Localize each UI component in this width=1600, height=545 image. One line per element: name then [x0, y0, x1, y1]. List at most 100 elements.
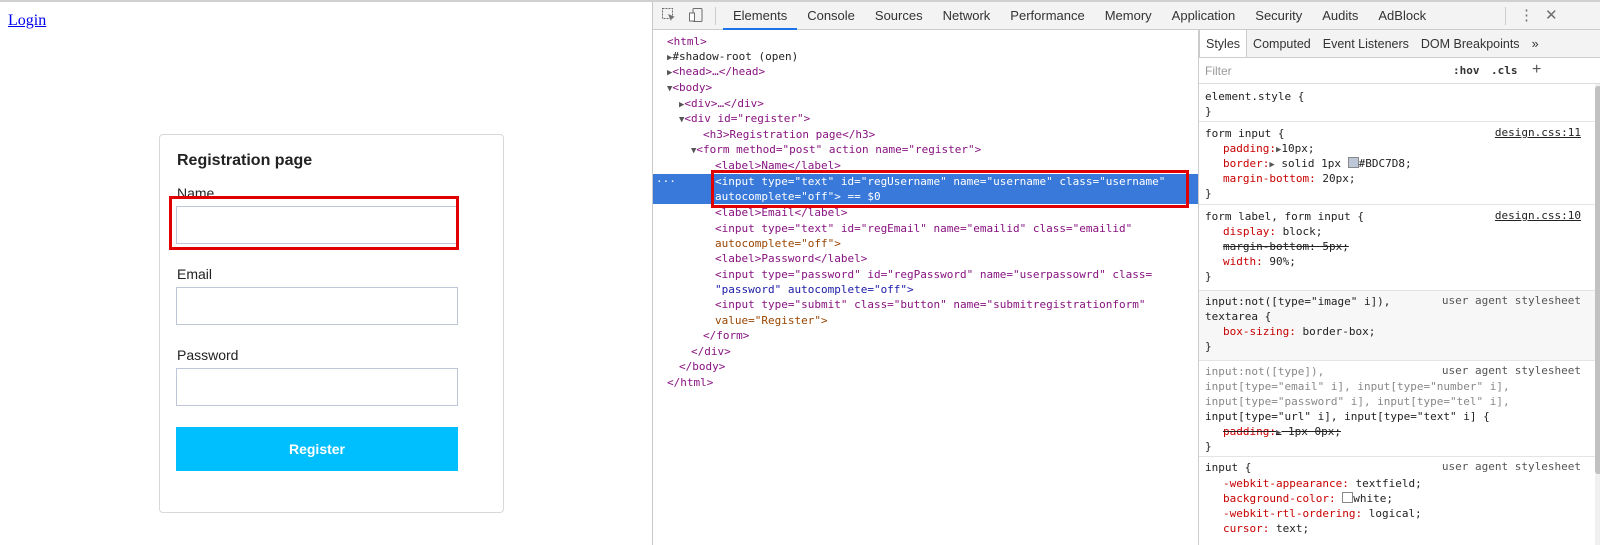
more-dots-icon[interactable]: ···	[656, 174, 676, 189]
rule-close: }	[1205, 270, 1212, 283]
devtools-toolbar: Elements Console Sources Network Perform…	[653, 2, 1600, 30]
more-tabs-icon[interactable]: »	[1526, 30, 1545, 57]
filter-input[interactable]: Filter	[1205, 64, 1232, 78]
style-rule-form-label-input: form label, form input { design.css:10 d…	[1199, 205, 1595, 291]
dom-node[interactable]: <input type="submit" class="button" name…	[715, 297, 1260, 312]
rule-close: }	[1205, 105, 1212, 118]
rule-selector-cont[interactable]: textarea {	[1205, 309, 1271, 324]
rule-source-link[interactable]: design.css:10	[1495, 209, 1581, 222]
email-input[interactable]	[176, 287, 458, 325]
dom-node[interactable]: ▼<div id="register">	[679, 111, 1224, 126]
tab-memory[interactable]: Memory	[1095, 2, 1162, 30]
rule-property[interactable]: -webkit-appearance: textfield;	[1223, 476, 1422, 491]
dom-node-continued[interactable]: "password" autocomplete="off">	[715, 282, 1260, 297]
dom-node[interactable]: <h3>Registration page</h3>	[703, 127, 1248, 142]
dom-node[interactable]: ▼<form method="post" action name="regist…	[691, 142, 1236, 157]
more-options-icon[interactable]: ⋮	[1519, 8, 1534, 24]
style-rule-ua-box-sizing: input:not([type="image" i]), user agent …	[1199, 291, 1595, 361]
dom-node-continued[interactable]: value="Register">	[715, 313, 1260, 328]
styles-sidebar: Styles Computed Event Listeners DOM Brea…	[1198, 30, 1600, 545]
dom-node[interactable]: ▼<body>	[667, 80, 1212, 95]
rule-close: }	[1205, 187, 1212, 200]
dom-node[interactable]: <input type="password" id="regPassword" …	[715, 267, 1260, 282]
dom-node[interactable]: <html>	[667, 34, 1212, 49]
rule-property[interactable]: padding:▶10px;	[1223, 141, 1315, 156]
dom-node[interactable]: </div>	[691, 344, 1236, 359]
rule-close: }	[1205, 340, 1212, 353]
highlight-box-name-input	[169, 196, 459, 250]
rule-property[interactable]: box-sizing: border-box;	[1223, 324, 1375, 339]
password-label: Password	[177, 347, 239, 363]
rule-property[interactable]: display: block;	[1223, 224, 1322, 239]
toolbar-separator	[715, 7, 716, 25]
rule-selector-cont[interactable]: input[type="password" i], input[type="te…	[1205, 394, 1510, 409]
tab-styles[interactable]: Styles	[1199, 30, 1248, 57]
tab-audits[interactable]: Audits	[1312, 2, 1368, 30]
tab-console[interactable]: Console	[797, 2, 865, 30]
rule-source-link[interactable]: design.css:11	[1495, 126, 1581, 139]
devtools-tabs: Elements Console Sources Network Perform…	[723, 2, 1436, 30]
registration-card: Registration page Name Email Password Re…	[159, 134, 504, 513]
styles-filter-row: Filter :hov .cls +	[1199, 58, 1600, 84]
tab-elements[interactable]: Elements	[723, 2, 798, 30]
dom-node[interactable]: ▶<div>…</div>	[679, 96, 1224, 111]
rule-property[interactable]: margin-bottom: 20px;	[1223, 171, 1355, 186]
rule-selector-cont[interactable]: input[type="email" i], input[type="numbe…	[1205, 379, 1510, 394]
device-toolbar-icon[interactable]	[688, 7, 704, 23]
dom-node[interactable]: <label>Password</label>	[715, 251, 1260, 266]
highlight-box-dom-input	[711, 170, 1189, 208]
dom-node[interactable]: <input type="text" id="regEmail" name="e…	[715, 221, 1260, 236]
user-agent-label: user agent stylesheet	[1441, 460, 1581, 473]
password-input[interactable]	[176, 368, 458, 406]
new-style-rule-icon[interactable]: +	[1532, 61, 1541, 79]
rule-property[interactable]: border:▶ solid 1px #BDC7D8;	[1223, 156, 1412, 171]
rule-property[interactable]: background-color: white;	[1223, 491, 1393, 506]
rule-property-overridden[interactable]: margin-bottom: 5px;	[1223, 239, 1349, 254]
login-link[interactable]: Login	[8, 12, 46, 30]
close-icon[interactable]: ✕	[1545, 8, 1558, 24]
rule-selector-cont[interactable]: input[type="url" i], input[type="text" i…	[1205, 409, 1490, 424]
dom-node[interactable]: ▶#shadow-root (open)	[667, 49, 1212, 64]
rule-property-overridden[interactable]: padding:▶ 1px 0px;	[1223, 424, 1341, 439]
dom-tree: <html> ▶#shadow-root (open) ▶<head>…</he…	[653, 30, 1198, 545]
dom-node-continued[interactable]: autocomplete="off">	[715, 236, 1260, 251]
styles-scrollbar[interactable]	[1595, 84, 1600, 545]
tab-dom-breakpoints[interactable]: DOM Breakpoints	[1415, 30, 1526, 57]
rule-selector[interactable]: input {	[1205, 460, 1251, 475]
dom-node[interactable]: </html>	[667, 375, 1212, 390]
rule-selector[interactable]: form label, form input {	[1205, 209, 1364, 224]
register-button[interactable]: Register	[176, 427, 458, 471]
inspect-element-icon[interactable]	[661, 7, 677, 23]
color-swatch[interactable]	[1342, 492, 1354, 503]
dom-node[interactable]: ▶<head>…</head>	[667, 64, 1212, 79]
tab-adblock[interactable]: AdBlock	[1368, 2, 1436, 30]
rule-selector[interactable]: element.style {	[1205, 89, 1304, 104]
email-label: Email	[177, 266, 213, 282]
rule-selector[interactable]: input:not([type="image" i]),	[1205, 294, 1390, 309]
rule-selector[interactable]: input:not([type]),	[1205, 364, 1324, 379]
tab-network[interactable]: Network	[933, 2, 1001, 30]
tab-computed[interactable]: Computed	[1247, 30, 1317, 57]
cls-toggle[interactable]: .cls	[1491, 64, 1518, 77]
style-rule-element: element.style { }	[1199, 86, 1595, 122]
rule-property[interactable]: cursor: text;	[1223, 521, 1309, 536]
scrollbar-thumb[interactable]	[1595, 86, 1600, 474]
toolbar-separator-right	[1505, 7, 1506, 25]
color-swatch[interactable]	[1347, 157, 1359, 168]
style-rule-form-input: form input { design.css:11 padding:▶10px…	[1199, 122, 1595, 205]
tab-application[interactable]: Application	[1162, 2, 1246, 30]
registration-title: Registration page	[177, 152, 313, 169]
rule-property[interactable]: -webkit-rtl-ordering: logical;	[1223, 506, 1422, 521]
style-rule-ua-input: input { user agent stylesheet -webkit-ap…	[1199, 457, 1595, 545]
tab-performance[interactable]: Performance	[1000, 2, 1094, 30]
tab-event-listeners[interactable]: Event Listeners	[1317, 30, 1415, 57]
page-viewport: Login Registration page Name Email Passw…	[0, 2, 652, 545]
rule-property[interactable]: width: 90%;	[1223, 254, 1296, 269]
dom-node[interactable]: </form>	[703, 328, 1248, 343]
hov-toggle[interactable]: :hov	[1453, 64, 1480, 77]
rule-selector[interactable]: form input {	[1205, 126, 1284, 141]
dom-node[interactable]: </body>	[679, 359, 1224, 374]
tab-security[interactable]: Security	[1245, 2, 1312, 30]
style-rule-ua-padding: input:not([type]), user agent stylesheet…	[1199, 361, 1595, 457]
tab-sources[interactable]: Sources	[865, 2, 933, 30]
